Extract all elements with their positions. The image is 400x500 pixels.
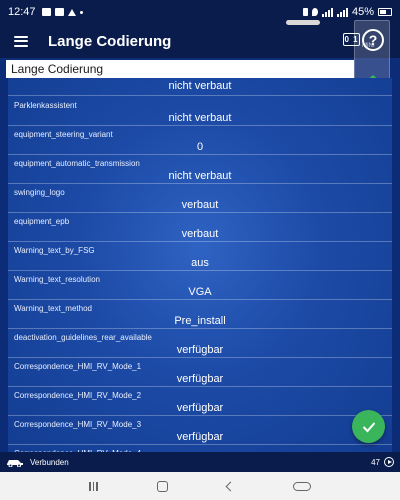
list-item[interactable]: Warning_text_method Pre_install [8,300,392,329]
item-value: verfügbar [176,344,224,356]
item-value: nicht verbaut [168,112,232,124]
item-value: nicht verbaut [168,170,232,182]
list-item[interactable]: swinging_logoverbaut [8,184,392,213]
item-label: Correspondence_HMI_RV_Mode_3 [14,420,142,429]
car-notification-icon [54,8,64,16]
footer-count: 47 [371,457,380,467]
more-notifications-dot [79,10,83,14]
signal-icon [321,7,333,17]
item-label: equipment_steering_variant [14,130,113,139]
item-label: Warning_text_resolution [14,275,100,284]
help-icon: ? [368,32,378,48]
list-item[interactable]: Correspondence_HMI_RV_Mode_4 [8,445,392,452]
home-icon[interactable] [156,480,168,492]
list-item[interactable]: Correspondence_HMI_RV_Mode_3 verfügbar [8,416,392,445]
coding-list[interactable]: nicht verbaut Parklenkassistent nicht verb… [8,78,392,452]
item-label: Parklenkassistent [14,101,77,110]
triangle-notification-icon [67,8,76,16]
item-value: verbaut [181,199,219,211]
battery-icon [378,8,392,16]
item-value: nicht verbaut [168,80,232,92]
bluetooth-icon [302,8,308,16]
item-value: aus [191,257,209,269]
status-bar: 12:47 45% [0,0,400,24]
list-item[interactable]: Warning_text_by_FSGaus [8,242,392,271]
item-label: equipment_automatic_transmission [14,159,140,168]
recent-apps-icon[interactable] [89,481,98,491]
system-nav-bar [0,472,400,500]
list-item[interactable]: nicht verbaut [8,78,392,96]
item-label: swinging_logo [14,188,65,197]
notification-icon [41,8,51,16]
list-item[interactable]: Parklenkassistent nicht verbaut [8,97,392,126]
item-value: Pre_install [174,315,226,327]
section-header: Lange Codierung [6,60,354,78]
list-item[interactable]: Correspondence_HMI_RV_Mode_1 verfügbar [8,358,392,387]
location-icon [311,8,318,16]
item-label: Warning_text_by_FSG [14,246,95,255]
menu-icon[interactable] [14,35,28,47]
keyboard-icon[interactable] [292,481,311,491]
item-value: verbaut [181,228,219,240]
list-item[interactable]: equipment_automatic_transmissionnicht ve… [8,155,392,184]
list-item[interactable]: equipment_steering_variant 0 [8,126,392,155]
play-icon[interactable] [384,457,394,467]
list-item[interactable]: Warning_text_resolution VGA [8,271,392,300]
help-button[interactable]: ? [362,29,384,51]
list-item[interactable]: deactivation_guidelines_rear_availableve… [8,329,392,358]
connection-status-bar: Verbunden 47 [0,452,400,472]
item-label: equipment_epb [14,217,70,226]
confirm-button[interactable] [352,410,385,443]
drag-handle[interactable] [286,20,320,25]
page-title: Lange Codierung [48,32,172,50]
status-time: 12:47 [8,6,36,18]
item-value: 0 [196,141,204,153]
item-value: verfügbar [176,431,224,443]
signal-icon-2 [336,7,348,17]
battery-percent: 45% [351,6,374,18]
item-label: Correspondence_HMI_RV_Mode_1 [14,362,142,371]
item-label: Correspondence_HMI_RV_Mode_2 [14,391,142,400]
back-icon[interactable] [225,481,236,491]
list-item[interactable]: equipment_epbverbaut [8,213,392,242]
check-icon [362,421,375,432]
item-label: deactivation_guidelines_rear_available [14,333,152,342]
item-label: Warning_text_method [14,304,92,313]
item-value: verfügbar [176,402,224,414]
connection-status: Verbunden [30,457,69,467]
app-bar: Lange Codierung [0,24,400,58]
list-item[interactable]: Correspondence_HMI_RV_Mode_2 verfügbar [8,387,392,416]
item-value: VGA [188,286,212,298]
item-value: verfügbar [176,373,224,385]
car-icon [7,460,23,467]
